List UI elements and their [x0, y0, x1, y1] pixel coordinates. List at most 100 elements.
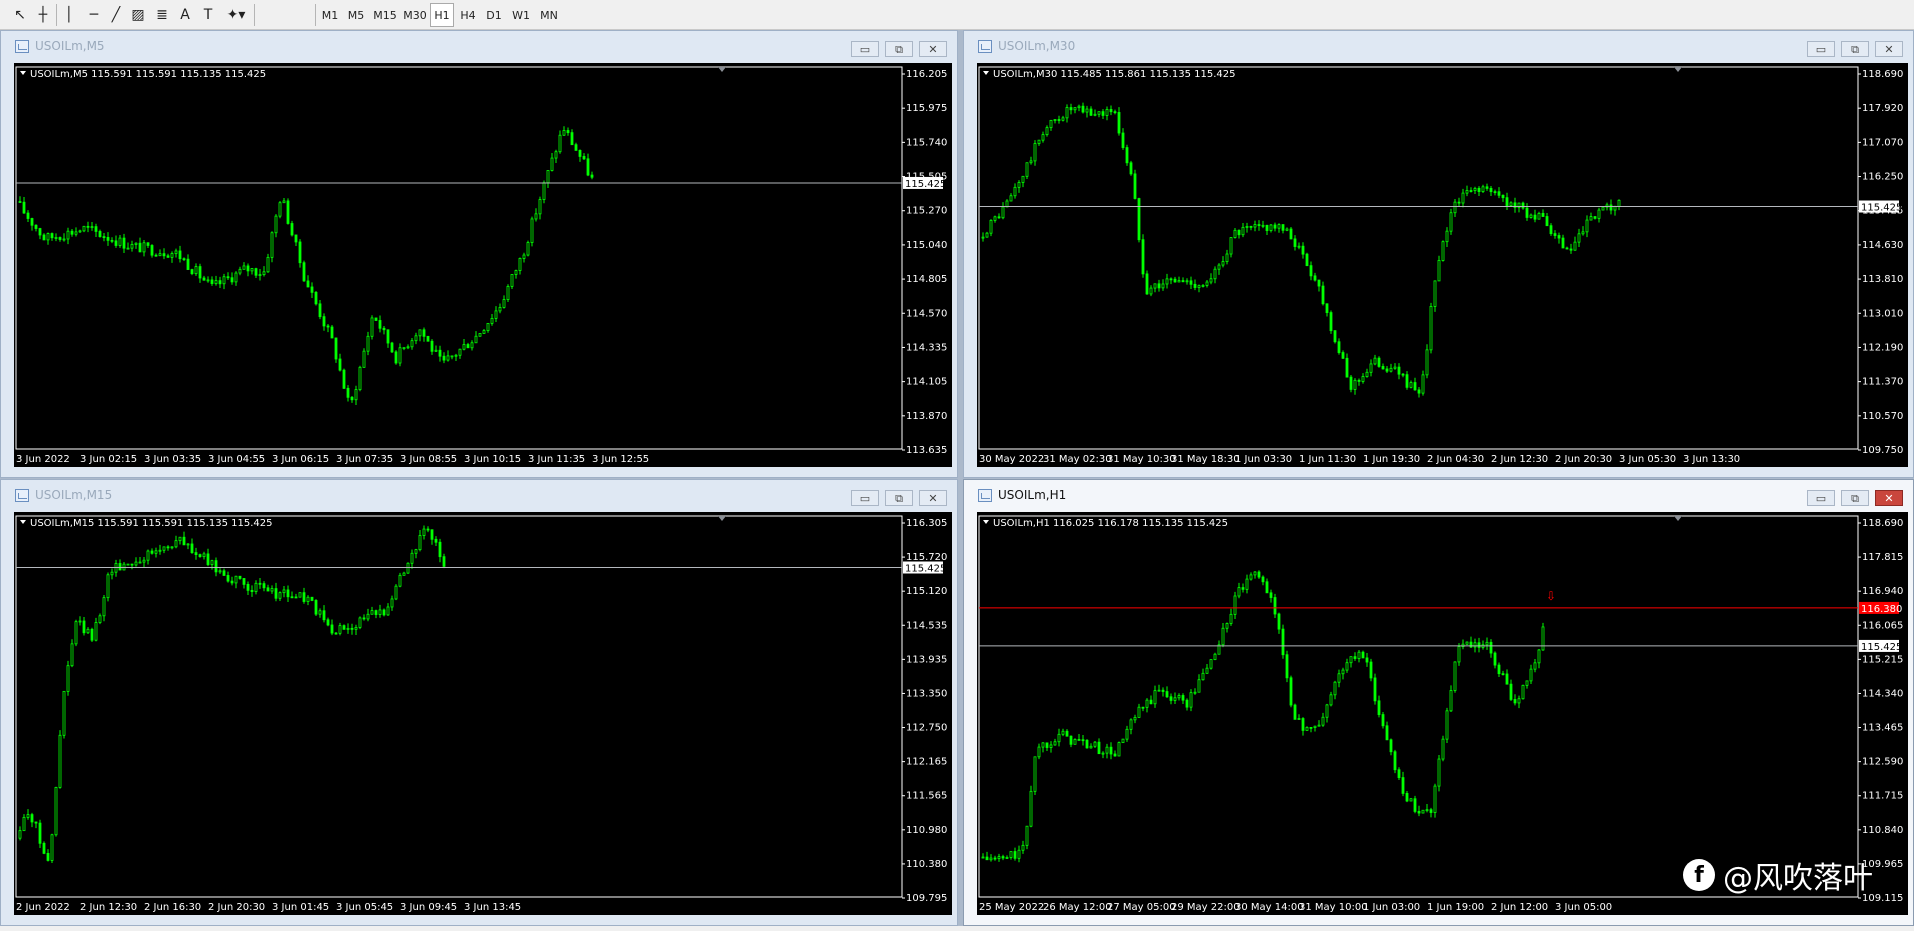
price-chart[interactable]: 116.305 115.720 115.120 114.535 113.935 113.3…: [14, 512, 952, 915]
candle-body: [1097, 741, 1101, 755]
candle-body: [46, 852, 50, 861]
timeframe-m30-button[interactable]: M30: [401, 3, 429, 27]
candle-body: [1109, 109, 1113, 113]
candle-body: [1341, 669, 1345, 675]
candle-body: [186, 543, 190, 546]
price-axis-label: 114.340: [1862, 688, 1903, 699]
candle-body: [1149, 699, 1153, 705]
chart-shift-marker[interactable]: [718, 516, 726, 521]
restore-button[interactable]: ⧉: [885, 41, 913, 57]
info-dropdown-icon[interactable]: [983, 71, 989, 75]
chart-canvas[interactable]: 116.305 115.720 115.120 114.535 113.935 113.3…: [14, 512, 952, 915]
equidistant-channel-icon[interactable]: ▨: [128, 3, 148, 27]
candle-body: [222, 570, 226, 576]
candle-body: [214, 280, 218, 284]
candle-body: [406, 562, 410, 574]
candle-body: [1233, 595, 1237, 615]
fibonacci-icon[interactable]: ≣: [152, 3, 172, 27]
close-button[interactable]: ✕: [1875, 41, 1903, 57]
window-titlebar[interactable]: USOILm,M30 ▭ ⧉ ✕: [964, 31, 1913, 61]
candle-body: [1349, 656, 1353, 664]
chart-canvas[interactable]: 116.205115.975115.740115.505115.270115.0…: [14, 63, 952, 467]
restore-button[interactable]: ⧉: [885, 490, 913, 506]
price-chart[interactable]: 116.205115.975115.740115.505115.270115.0…: [14, 63, 952, 467]
window-titlebar[interactable]: USOILm,M15 ▭ ⧉ ✕: [1, 480, 957, 510]
info-dropdown-icon[interactable]: [20, 520, 26, 524]
timeframe-w1-button[interactable]: W1: [509, 3, 533, 27]
candle-body: [1393, 751, 1397, 771]
candle-body: [46, 233, 50, 241]
candle-body: [574, 144, 578, 151]
candle-body: [34, 224, 38, 229]
chart-window-icon: [978, 489, 992, 502]
text-icon[interactable]: A: [176, 3, 194, 27]
chart-shift-marker[interactable]: [1674, 516, 1682, 521]
candle-body: [110, 571, 114, 576]
chart-shift-marker[interactable]: [718, 67, 726, 72]
candle-body: [1029, 160, 1033, 164]
candle-body: [298, 241, 302, 264]
candle-body: [178, 536, 182, 542]
candle-body: [86, 225, 90, 228]
candle-body: [1117, 112, 1121, 134]
candle-body: [518, 258, 522, 271]
candle-body: [1057, 733, 1061, 743]
candle-body: [1413, 798, 1417, 812]
candle-body: [358, 617, 362, 628]
info-dropdown-icon[interactable]: [20, 71, 26, 75]
timeframe-m15-button[interactable]: M15: [371, 3, 399, 27]
minimize-button[interactable]: ▭: [1807, 41, 1835, 57]
timeframe-d1-button[interactable]: D1: [482, 3, 506, 27]
candle-body: [82, 225, 86, 232]
timeframe-mn-button[interactable]: MN: [536, 3, 562, 27]
candle-body: [98, 615, 102, 623]
info-dropdown-icon[interactable]: [983, 520, 989, 524]
arrows-icon[interactable]: ✦▾: [222, 3, 250, 27]
candle-body: [414, 335, 418, 342]
current-price-label: 115.425: [905, 179, 946, 190]
candle-body: [1249, 225, 1253, 228]
candle-body: [1373, 677, 1377, 702]
candle-body: [1541, 212, 1545, 217]
time-axis-label: 30 May 14:00: [1235, 902, 1304, 913]
candle-body: [1133, 173, 1137, 199]
chart-window-m30[interactable]: USOILm,M30 ▭ ⧉ ✕ 118.690 117.920 117.070 116.25…: [963, 30, 1914, 478]
restore-button[interactable]: ⧉: [1841, 490, 1869, 506]
trendline-icon[interactable]: ╱: [106, 3, 126, 27]
window-titlebar[interactable]: USOILm,H1 ▭ ⧉ ✕: [964, 480, 1913, 510]
candle-body: [1389, 367, 1393, 372]
chart-window-m15[interactable]: USOILm,M15 ▭ ⧉ ✕ 116.305 115.720 115.120 114.53…: [0, 479, 958, 926]
minimize-button[interactable]: ▭: [851, 41, 879, 57]
candle-body: [1189, 280, 1193, 285]
close-button[interactable]: ✕: [919, 41, 947, 57]
sell-arrow-icon[interactable]: ⇩: [1546, 589, 1556, 603]
candle-body: [1033, 143, 1037, 162]
minimize-button[interactable]: ▭: [1807, 490, 1835, 506]
chart-window-m5[interactable]: USOILm,M5▭⧉✕116.205115.975115.740115.505…: [0, 30, 958, 478]
price-chart[interactable]: 118.690 117.920 117.070 116.250 115.425 114.6…: [977, 63, 1908, 467]
candle-body: [278, 592, 282, 599]
close-button[interactable]: ✕: [919, 490, 947, 506]
candle-body: [338, 358, 342, 371]
candle-body: [542, 182, 546, 200]
candle-body: [1505, 197, 1509, 207]
chart-shift-marker[interactable]: [1674, 67, 1682, 72]
window-titlebar[interactable]: USOILm,M5 ▭ ⧉ ✕: [1, 31, 957, 61]
text-label-icon[interactable]: T: [198, 3, 218, 27]
close-button[interactable]: ✕: [1875, 490, 1903, 506]
timeframe-m1-button[interactable]: M1: [318, 3, 342, 27]
candle-body: [1137, 198, 1141, 241]
horizontal-line-icon[interactable]: ─: [84, 3, 104, 27]
candle-body: [993, 857, 997, 860]
timeframe-h4-button[interactable]: H4: [456, 3, 480, 27]
timeframe-m5-button[interactable]: M5: [344, 3, 368, 27]
vertical-line-icon[interactable]: │: [62, 3, 76, 27]
candle-body: [1077, 739, 1081, 741]
chart-canvas[interactable]: 118.690 117.920 117.070 116.250 115.425 114.6…: [977, 63, 1908, 467]
minimize-button[interactable]: ▭: [851, 490, 879, 506]
restore-button[interactable]: ⧉: [1841, 41, 1869, 57]
cursor-icon[interactable]: ↖: [10, 3, 30, 27]
crosshair-icon[interactable]: ┼: [32, 3, 54, 27]
candle-body: [1009, 195, 1013, 202]
timeframe-h1-button[interactable]: H1: [430, 3, 454, 27]
